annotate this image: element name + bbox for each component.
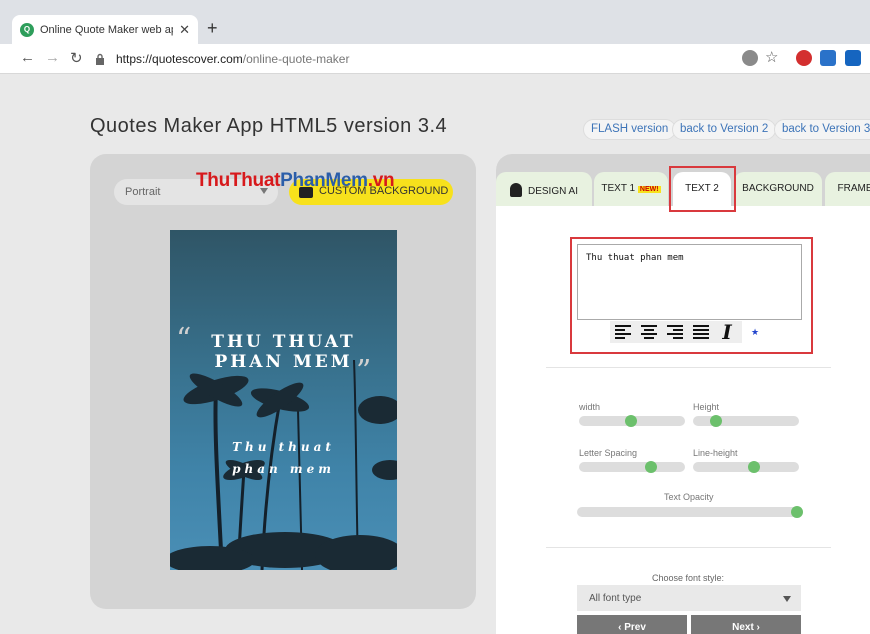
quote-line-1: THU THUAT xyxy=(211,332,356,352)
browser-toolbar: ← → ↻ https://quotescover.com /online-qu… xyxy=(0,44,870,74)
close-tab-icon[interactable]: ✕ xyxy=(179,22,190,38)
screenshot-extension-icon[interactable] xyxy=(820,50,836,66)
width-slider[interactable] xyxy=(579,415,685,427)
tab-frame-label: FRAME xyxy=(837,183,870,194)
tab-frame[interactable]: FRAME xyxy=(825,172,870,206)
adblock-extension-icon[interactable] xyxy=(796,50,812,66)
prev-button[interactable]: ‹ Prev xyxy=(577,615,687,634)
line-height-slider[interactable] xyxy=(693,461,799,473)
editor-panel: DESIGN AI TEXT 1 NEW! TEXT 2 BACKGROUND … xyxy=(496,154,870,634)
align-center-icon[interactable] xyxy=(636,321,662,343)
tab-text-1-label: TEXT 1 xyxy=(601,183,636,194)
align-justify-icon[interactable] xyxy=(688,321,714,343)
watermark-part-3: .vn xyxy=(367,170,395,191)
next-button[interactable]: Next › xyxy=(691,615,801,634)
letter-spacing-slider-knob[interactable] xyxy=(644,461,657,473)
version-2-link[interactable]: back to Version 2 xyxy=(672,119,777,140)
page: Quotes Maker App HTML5 version 3.4 FLASH… xyxy=(0,75,870,634)
tab-background-label: BACKGROUND xyxy=(742,183,814,194)
quote-line-2: PHAN MEM xyxy=(214,352,353,372)
align-left-icon[interactable] xyxy=(610,321,636,343)
sub-line-1: Thu thuat xyxy=(232,440,335,454)
font-style-select[interactable]: All font type xyxy=(577,585,801,611)
tab-background[interactable]: BACKGROUND xyxy=(734,172,822,206)
font-style-value: All font type xyxy=(589,593,642,604)
text-opacity-label: Text Opacity xyxy=(664,492,714,502)
divider xyxy=(546,367,831,368)
browser-tab[interactable]: Q Online Quote Maker web applica ✕ xyxy=(12,15,198,44)
orientation-value: Portrait xyxy=(125,186,161,198)
quote-preview-image[interactable]: “ ” THU THUAT PHAN MEM Thu thuat phan me… xyxy=(170,230,397,570)
letter-spacing-label: Letter Spacing xyxy=(579,448,638,458)
watermark-logo: ThuThuatPhanMem.vn xyxy=(196,170,395,192)
version-3-link[interactable]: back to Version 3. xyxy=(774,119,870,140)
height-slider-knob[interactable] xyxy=(709,415,722,427)
tab-title: Online Quote Maker web applica xyxy=(40,23,173,36)
watermark-part-1: ThuThuat xyxy=(196,170,281,191)
divider xyxy=(546,547,831,548)
text-opacity-slider[interactable] xyxy=(577,506,803,518)
tab-design-ai[interactable]: DESIGN AI xyxy=(496,172,592,206)
bookmark-star-icon[interactable]: ☆ xyxy=(765,48,778,66)
lock-icon xyxy=(96,53,104,65)
page-title: Quotes Maker App HTML5 version 3.4 xyxy=(90,115,448,137)
translate-extension-icon[interactable] xyxy=(742,50,758,66)
line-height-slider-knob[interactable] xyxy=(748,461,761,473)
forward-arrow-icon[interactable]: → xyxy=(45,49,60,66)
browser-tabstrip: Q Online Quote Maker web applica ✕ + xyxy=(0,0,870,44)
site-favicon-icon: Q xyxy=(20,22,34,37)
watermark-part-2: PhanMem xyxy=(280,170,368,191)
letter-spacing-slider[interactable] xyxy=(579,461,685,473)
font-style-label: Choose font style: xyxy=(651,573,725,583)
url-host: https://quotescover.com xyxy=(116,52,243,66)
width-slider-knob[interactable] xyxy=(625,415,638,427)
tab-text-1[interactable]: TEXT 1 NEW! xyxy=(594,172,668,206)
preview-panel: Portrait CUSTOM BACKGROUND ThuThuatPhanM… xyxy=(90,154,476,609)
text-opacity-slider-knob[interactable] xyxy=(791,506,803,518)
width-label: width xyxy=(579,402,601,412)
tab-highlight-box xyxy=(669,166,736,212)
robot-icon xyxy=(509,183,522,197)
palm-trees-graphic xyxy=(170,359,397,570)
reload-icon[interactable]: ↻ xyxy=(70,49,83,67)
height-slider[interactable] xyxy=(693,415,799,427)
quote-sub-text[interactable]: Thu thuat phan mem xyxy=(170,436,397,480)
address-bar[interactable]: https://quotescover.com /online-quote-ma… xyxy=(94,49,824,69)
download-extension-icon[interactable] xyxy=(845,50,861,66)
tab-design-label: DESIGN AI xyxy=(527,186,578,197)
sub-line-2: phan mem xyxy=(232,462,335,476)
chevron-down-icon xyxy=(783,596,791,602)
quote-main-text[interactable]: THU THUAT PHAN MEM xyxy=(170,332,397,372)
align-right-icon[interactable] xyxy=(662,321,688,343)
new-tab-icon[interactable]: + xyxy=(207,18,218,39)
new-badge: NEW! xyxy=(637,186,661,193)
height-label: Height xyxy=(693,402,720,412)
back-arrow-icon[interactable]: ← xyxy=(20,49,35,66)
effects-star-button[interactable]: ★ xyxy=(742,321,768,343)
italic-icon[interactable]: I xyxy=(714,320,740,344)
text-2-input[interactable] xyxy=(577,244,802,320)
flash-version-link[interactable]: FLASH version xyxy=(583,119,677,140)
line-height-label: Line-height xyxy=(693,448,738,458)
url-path: /online-quote-maker xyxy=(242,52,350,66)
alignment-toolbar: I ★ xyxy=(610,320,768,344)
